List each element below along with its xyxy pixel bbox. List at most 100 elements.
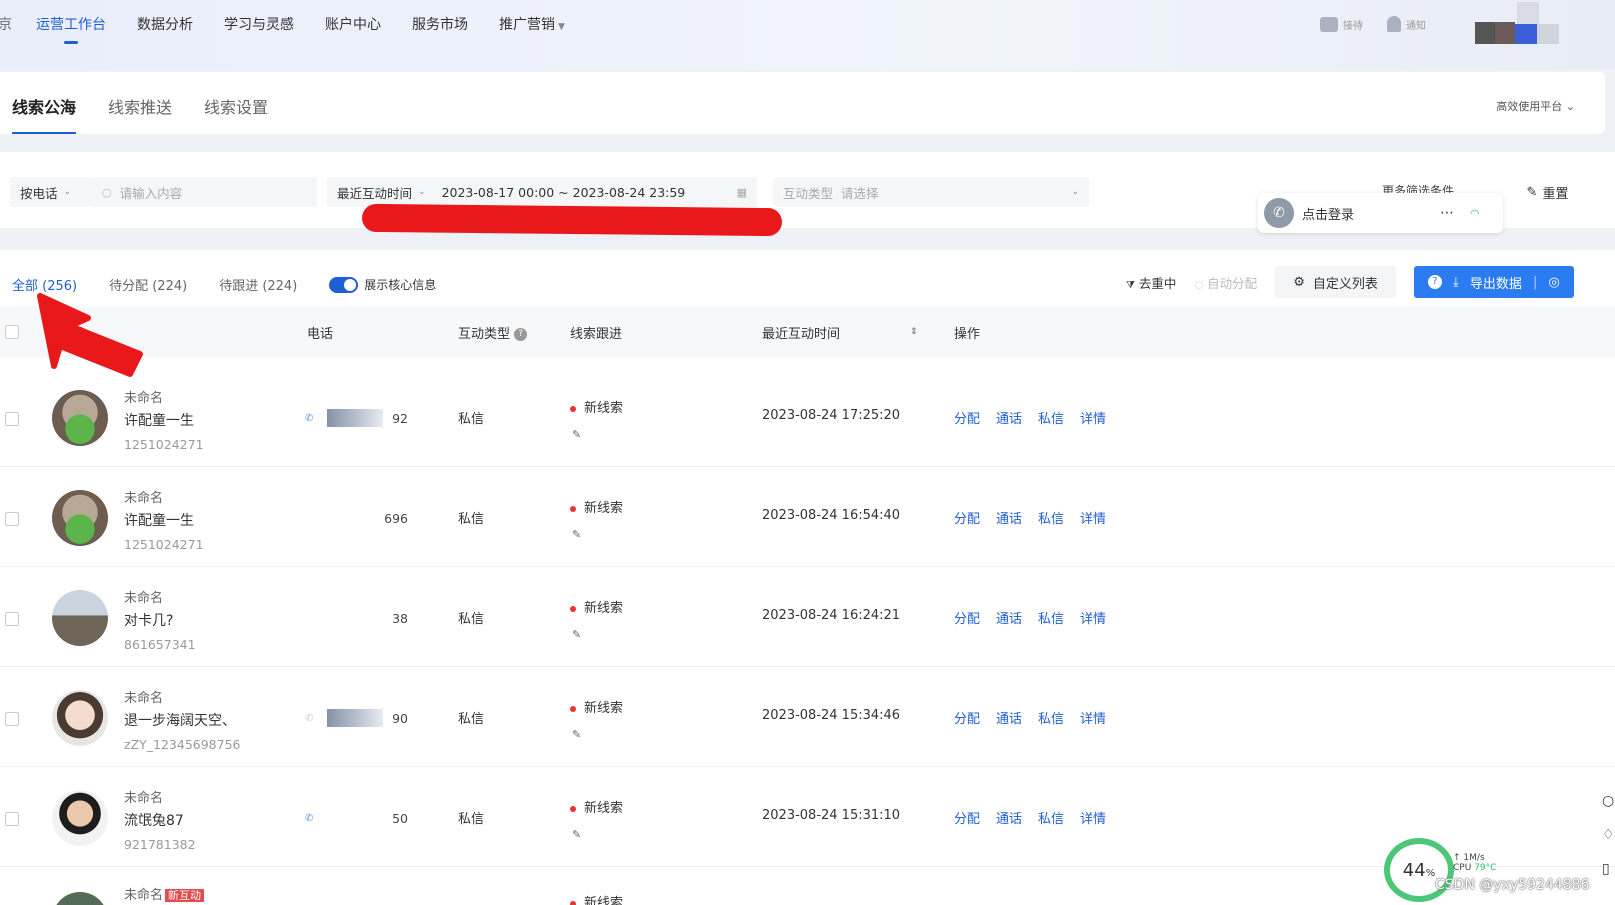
assign-link[interactable]: 分配: [954, 408, 980, 427]
call-link[interactable]: 通话: [996, 608, 1022, 627]
nav-item-learning[interactable]: 学习与灵感: [224, 14, 294, 34]
core-info-toggle[interactable]: [329, 276, 359, 293]
edit-icon[interactable]: ✎: [572, 428, 581, 441]
message-link[interactable]: 私信: [1038, 608, 1064, 627]
follow-status-label: 新线索: [584, 601, 624, 616]
phone-cell: 696: [305, 508, 410, 528]
click-login-widget[interactable]: ✆ 点击登录 ⋯ ◠: [1258, 193, 1503, 233]
settings-icon[interactable]: ◎: [1549, 275, 1560, 290]
auto-assign-button[interactable]: ◌ 自动分配: [1194, 273, 1257, 292]
nav-item-service-market[interactable]: 服务市场: [412, 14, 468, 34]
nav-item-promotion-label: 推广营销: [499, 17, 555, 33]
search-input[interactable]: ○ 请输入内容: [90, 177, 317, 207]
assign-link[interactable]: 分配: [954, 608, 980, 627]
reset-button[interactable]: ✎ 重置: [1500, 176, 1595, 208]
assign-link[interactable]: 分配: [954, 708, 980, 727]
message-link[interactable]: 私信: [1038, 808, 1064, 827]
export-data-button[interactable]: ? ⤓ 导出数据 | ◎: [1413, 266, 1574, 298]
table-row: 未命名 新互动 新线索: [0, 870, 1615, 905]
custom-columns-button[interactable]: ⚙ 自定义列表: [1275, 266, 1396, 298]
detail-link[interactable]: 详情: [1080, 408, 1106, 427]
edit-icon[interactable]: ✎: [572, 728, 581, 741]
net-speed: 1M/s: [1463, 853, 1485, 863]
unnamed-label: 未命名: [124, 391, 164, 406]
detail-link[interactable]: 详情: [1080, 808, 1106, 827]
row-checkbox[interactable]: [5, 512, 19, 526]
platform-link[interactable]: 高效使用平台 ⌄: [1496, 98, 1575, 114]
follow-status: 新线索: [570, 497, 623, 516]
time-range-filter[interactable]: 最近互动时间 ⌄ 2023-08-17 00:00 ~ 2023-08-24 23…: [327, 177, 757, 207]
like-icon[interactable]: ♢: [1602, 818, 1615, 852]
call-link[interactable]: 通话: [996, 808, 1022, 827]
sort-icon[interactable]: ⇕: [910, 327, 918, 337]
detail-link[interactable]: 详情: [1080, 508, 1106, 527]
login-label: 点击登录: [1302, 207, 1355, 223]
status-tab-pending-follow[interactable]: 待跟进 (224): [219, 275, 297, 294]
col-recent-time[interactable]: 最近互动时间: [762, 323, 840, 342]
edit-icon[interactable]: ✎: [572, 528, 581, 541]
cpu-unit: %: [1425, 867, 1436, 879]
avatar: [52, 390, 108, 446]
user-cell: 未命名 许配童一生 1251024271: [124, 387, 204, 456]
col-phone: 电话: [307, 326, 334, 342]
top-right-tools: 接待 通知: [1320, 16, 1426, 32]
time-range-value[interactable]: 2023-08-17 00:00 ~ 2023-08-24 23:59: [442, 185, 686, 200]
user-id: 861657341: [124, 637, 196, 652]
assign-link[interactable]: 分配: [954, 508, 980, 527]
nav-item-account[interactable]: 账户中心: [325, 14, 381, 34]
call-link[interactable]: 通话: [996, 708, 1022, 727]
interaction-type-select[interactable]: 互动类型 请选择 ⌄: [773, 177, 1089, 207]
call-link[interactable]: 通话: [996, 508, 1022, 527]
search-icon[interactable]: ○: [1602, 784, 1615, 818]
reset-label: 重置: [1542, 186, 1569, 202]
row-checkbox[interactable]: [5, 612, 19, 626]
nickname: 对卡几?: [124, 613, 174, 629]
tab-lead-settings[interactable]: 线索设置: [204, 94, 268, 134]
time-field-select[interactable]: 最近互动时间: [337, 183, 412, 202]
message-link[interactable]: 私信: [1038, 508, 1064, 527]
help-icon: ?: [1427, 275, 1442, 289]
message-link[interactable]: 私信: [1038, 408, 1064, 427]
call-link[interactable]: 通话: [996, 408, 1022, 427]
reception-tool[interactable]: 接待: [1320, 16, 1363, 32]
unnamed-label: 未命名 新互动: [124, 884, 205, 905]
sub-tabs-card: 线索公海 线索推送 线索设置 高效使用平台 ⌄: [0, 72, 1605, 134]
detail-link[interactable]: 详情: [1080, 708, 1106, 727]
help-icon[interactable]: ?: [514, 327, 528, 341]
row-checkbox[interactable]: [5, 412, 19, 426]
tab-lead-pool[interactable]: 线索公海: [12, 94, 77, 134]
recent-time: 2023-08-24 15:31:10: [762, 808, 901, 823]
notify-tool[interactable]: 通知: [1387, 16, 1426, 32]
more-icon[interactable]: ⋯: [1440, 205, 1454, 221]
follow-status-label: 新线索: [584, 401, 624, 416]
message-link[interactable]: 私信: [1038, 708, 1064, 727]
phone-icon[interactable]: ✆: [305, 813, 313, 824]
detail-link[interactable]: 详情: [1080, 608, 1106, 627]
doc-icon[interactable]: ▯: [1602, 852, 1615, 886]
user-id: 1251024271: [124, 437, 204, 452]
assign-link[interactable]: 分配: [954, 808, 980, 827]
edit-icon[interactable]: ✎: [572, 828, 581, 841]
chevron-down-icon: ⌄: [1071, 187, 1079, 197]
tab-lead-push[interactable]: 线索推送: [108, 94, 172, 134]
phone-icon[interactable]: ✆: [305, 413, 313, 424]
phone-tail: 38: [392, 610, 408, 626]
edit-icon[interactable]: ✎: [572, 628, 581, 641]
select-all-checkbox[interactable]: [5, 325, 19, 339]
table-row: 未命名 许配童一生 1251024271 ✆ 92 私信 新线索 ✎ 2023-…: [0, 370, 1615, 467]
sub-tabs: 线索公海 线索推送 线索设置: [12, 94, 268, 134]
user-avatar-pixelated[interactable]: [1475, 2, 1585, 44]
row-checkbox[interactable]: [5, 712, 19, 726]
nav-item-promotion[interactable]: 推广营销 ▼: [499, 14, 565, 34]
phone-icon[interactable]: ✆: [305, 713, 313, 724]
nav-item-operations[interactable]: 运营工作台: [36, 14, 106, 44]
follow-status-label: 新线索: [584, 896, 624, 905]
red-annotation-underline: [361, 203, 783, 237]
row-checkbox[interactable]: [5, 812, 19, 826]
search-by-select[interactable]: 按电话 ⌄: [10, 177, 90, 207]
phone-cell: ✆ 50: [305, 808, 410, 828]
auto-assign-label: 自动分配: [1207, 275, 1258, 291]
row-ops: 分配 通话 私信 详情: [954, 508, 1106, 527]
follow-status: 新线索: [570, 397, 623, 416]
nav-item-data-analysis[interactable]: 数据分析: [137, 14, 193, 34]
